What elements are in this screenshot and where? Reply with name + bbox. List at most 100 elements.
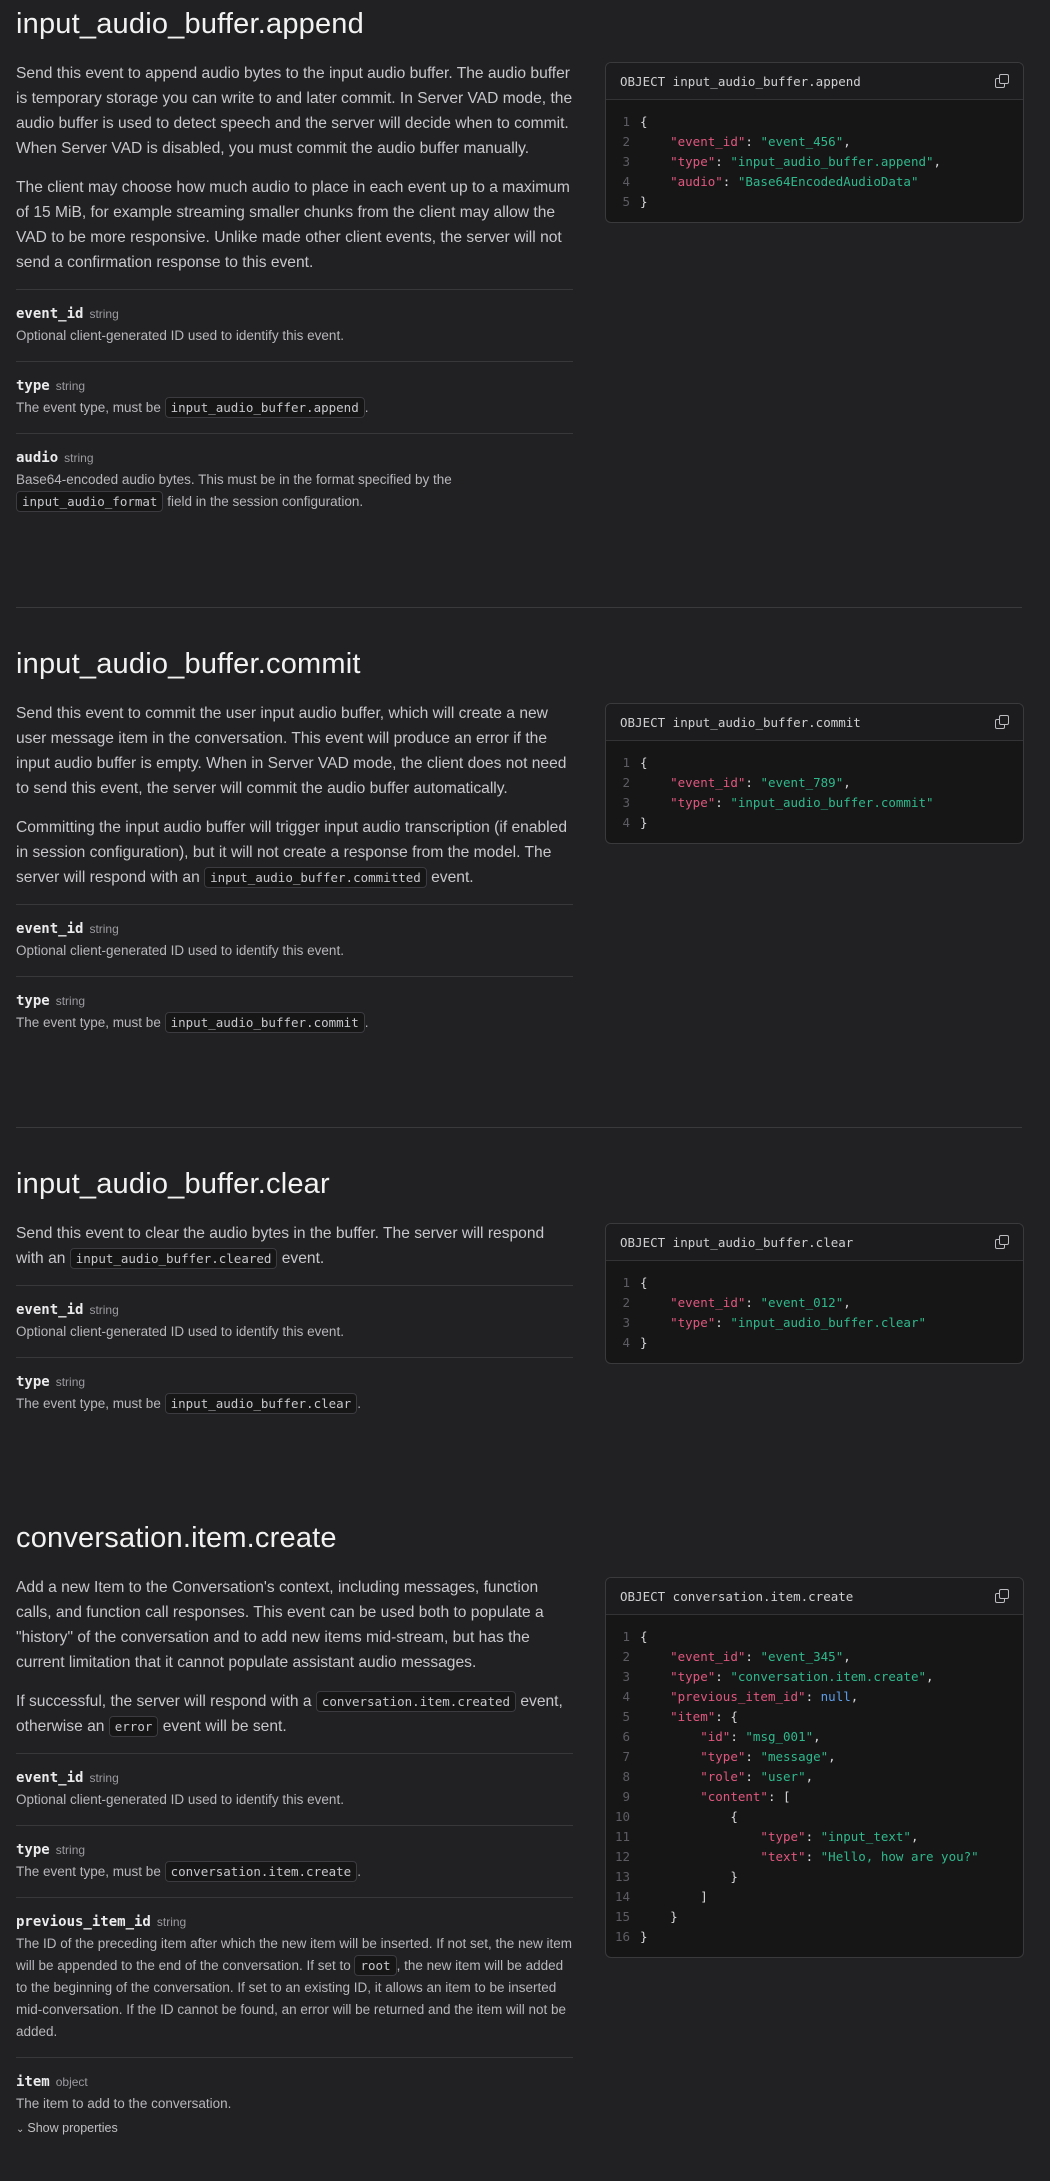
field-header: audio string [16,449,573,467]
text-segment: event will be sent. [158,1718,287,1735]
field-name: audio [16,450,59,466]
code-panel-header: OBJECT input_audio_buffer.commit [606,704,1023,741]
field-type: object [55,2075,88,2089]
field-header: item object [16,2073,573,2091]
code-example-panel: OBJECT conversation.item.create 1{2 "even… [605,1577,1024,1958]
description-paragraph: Send this event to clear the audio bytes… [16,1221,573,1271]
copy-icon[interactable] [995,715,1009,729]
code-panel-title: OBJECT input_audio_buffer.append [620,73,861,89]
code-block: 1{2 "event_id": "event_012", 3 "type": "i… [606,1261,1023,1363]
field-name: type [16,993,50,1009]
description-column: Send this event to clear the audio bytes… [16,1221,573,1429]
line-number: 3 [622,795,630,810]
description-paragraph: Send this event to append audio bytes to… [16,61,573,161]
code-line: 10 { [606,1807,1023,1827]
field-list: event_id string Optional client-generated … [16,1285,573,1429]
copy-icon[interactable] [995,1235,1009,1249]
line-number: 2 [622,1295,630,1310]
copy-icon[interactable] [995,1589,1009,1603]
inline-code: root [354,1955,397,1976]
description-column: Send this event to append audio bytes to… [16,61,573,527]
copy-icon[interactable] [995,74,1009,88]
inline-code: error [108,1716,159,1737]
field-header: previous_item_id string [16,1913,573,1931]
text-segment: Base64-encoded audio bytes. This must be… [16,472,452,487]
code-line: 14 ] [606,1887,1023,1907]
field-list: event_id string Optional client-generated … [16,904,573,1048]
code-line: 1{ [606,753,1023,773]
description-paragraph: The client may choose how much audio to … [16,175,573,275]
code-text: "type": "message", [700,1749,836,1764]
inline-code: input_audio_buffer.append [164,397,365,418]
code-line: 2 "event_id": "event_345", [606,1647,1023,1667]
code-line: 6 "id": "msg_001", [606,1727,1023,1747]
line-number: 4 [622,815,630,830]
field-description: The event type, must be input_audio_buff… [16,1012,573,1034]
section-input_audio_buffer.commit: input_audio_buffer.commit Send this event… [16,648,1024,1033]
code-text: ] [700,1889,708,1904]
field-previous_item_id: previous_item_id string The ID of the prec… [16,1897,573,2057]
code-text: "role": "user", [700,1769,814,1784]
description-paragraph: Add a new Item to the Conversation's con… [16,1575,573,1675]
field-name: event_id [16,921,84,937]
code-panel-header: OBJECT input_audio_buffer.clear [606,1224,1023,1261]
line-number: 7 [622,1749,630,1764]
code-line: 2 "event_id": "event_456", [606,132,1023,152]
field-description: Optional client-generated ID used to ide… [16,325,573,347]
text-segment: . [357,1864,361,1879]
code-text: "previous_item_id": null, [670,1689,859,1704]
section-title: input_audio_buffer.append [16,8,364,40]
field-type: string [89,307,119,321]
description-column: Send this event to commit the user input… [16,701,573,1048]
code-text: "event_id": "event_456", [670,134,851,149]
section-title: input_audio_buffer.commit [16,648,361,680]
code-line: 13 } [606,1867,1023,1887]
field-description: The event type, must be conversation.ite… [16,1861,573,1883]
code-text: } [640,194,648,209]
code-panel-title: OBJECT conversation.item.create [620,1588,854,1604]
field-header: event_id string [16,1301,573,1319]
line-number: 11 [614,1829,630,1844]
line-number: 5 [622,1709,630,1724]
line-number: 4 [622,1335,630,1350]
code-line: 1{ [606,1273,1023,1293]
code-text: "type": "input_audio_buffer.clear" [670,1315,926,1330]
code-text: "type": "conversation.item.create", [670,1669,934,1684]
code-text: } [640,1929,648,1944]
field-name: previous_item_id [16,1914,151,1930]
field-audio: audio string Base64-encoded audio bytes. T… [16,433,573,527]
inline-code: input_audio_buffer.cleared [69,1248,278,1269]
field-description: Base64-encoded audio bytes. This must be… [16,469,573,513]
code-block: 1{2 "event_id": "event_345", 3 "type": "c… [606,1615,1023,1957]
field-name: item [16,2074,50,2090]
code-line: 1{ [606,112,1023,132]
field-description: The event type, must be input_audio_buff… [16,1393,573,1415]
text-segment: The client may choose how much audio to … [16,179,570,271]
field-type: string [55,1375,86,1389]
code-line: 5} [606,192,1023,212]
section-input_audio_buffer.append: input_audio_buffer.append Send this event… [16,8,1024,512]
line-number: 9 [622,1789,630,1804]
code-text: "type": "input_audio_buffer.append", [670,154,942,169]
line-number: 2 [622,134,630,149]
text-segment: The event type, must be [16,1864,165,1879]
show-properties-toggle[interactable]: ⌄ Show properties [16,2121,573,2135]
code-example-panel: OBJECT input_audio_buffer.append 1{2 "eve… [605,62,1024,223]
field-event_id: event_id string Optional client-generated … [16,289,573,361]
code-text: } [640,1335,648,1350]
field-type: string [64,451,94,465]
inline-code: conversation.item.created [315,1691,517,1712]
section-divider [16,607,1022,608]
code-text: "event_id": "event_012", [670,1295,851,1310]
line-number: 5 [622,194,630,209]
inline-code: input_audio_buffer.committed [204,867,427,888]
text-segment: If successful, the server will respond w… [16,1693,316,1710]
code-text: "content": [ [700,1789,791,1804]
code-line: 2 "event_id": "event_789", [606,773,1023,793]
text-segment: . [364,1015,369,1030]
code-line: 3 "type": "conversation.item.create", [606,1667,1023,1687]
code-line: 15 } [606,1907,1023,1927]
line-number: 2 [622,775,630,790]
field-header: type string [16,1841,573,1859]
text-segment: Optional client-generated ID used to ide… [16,1324,344,1339]
